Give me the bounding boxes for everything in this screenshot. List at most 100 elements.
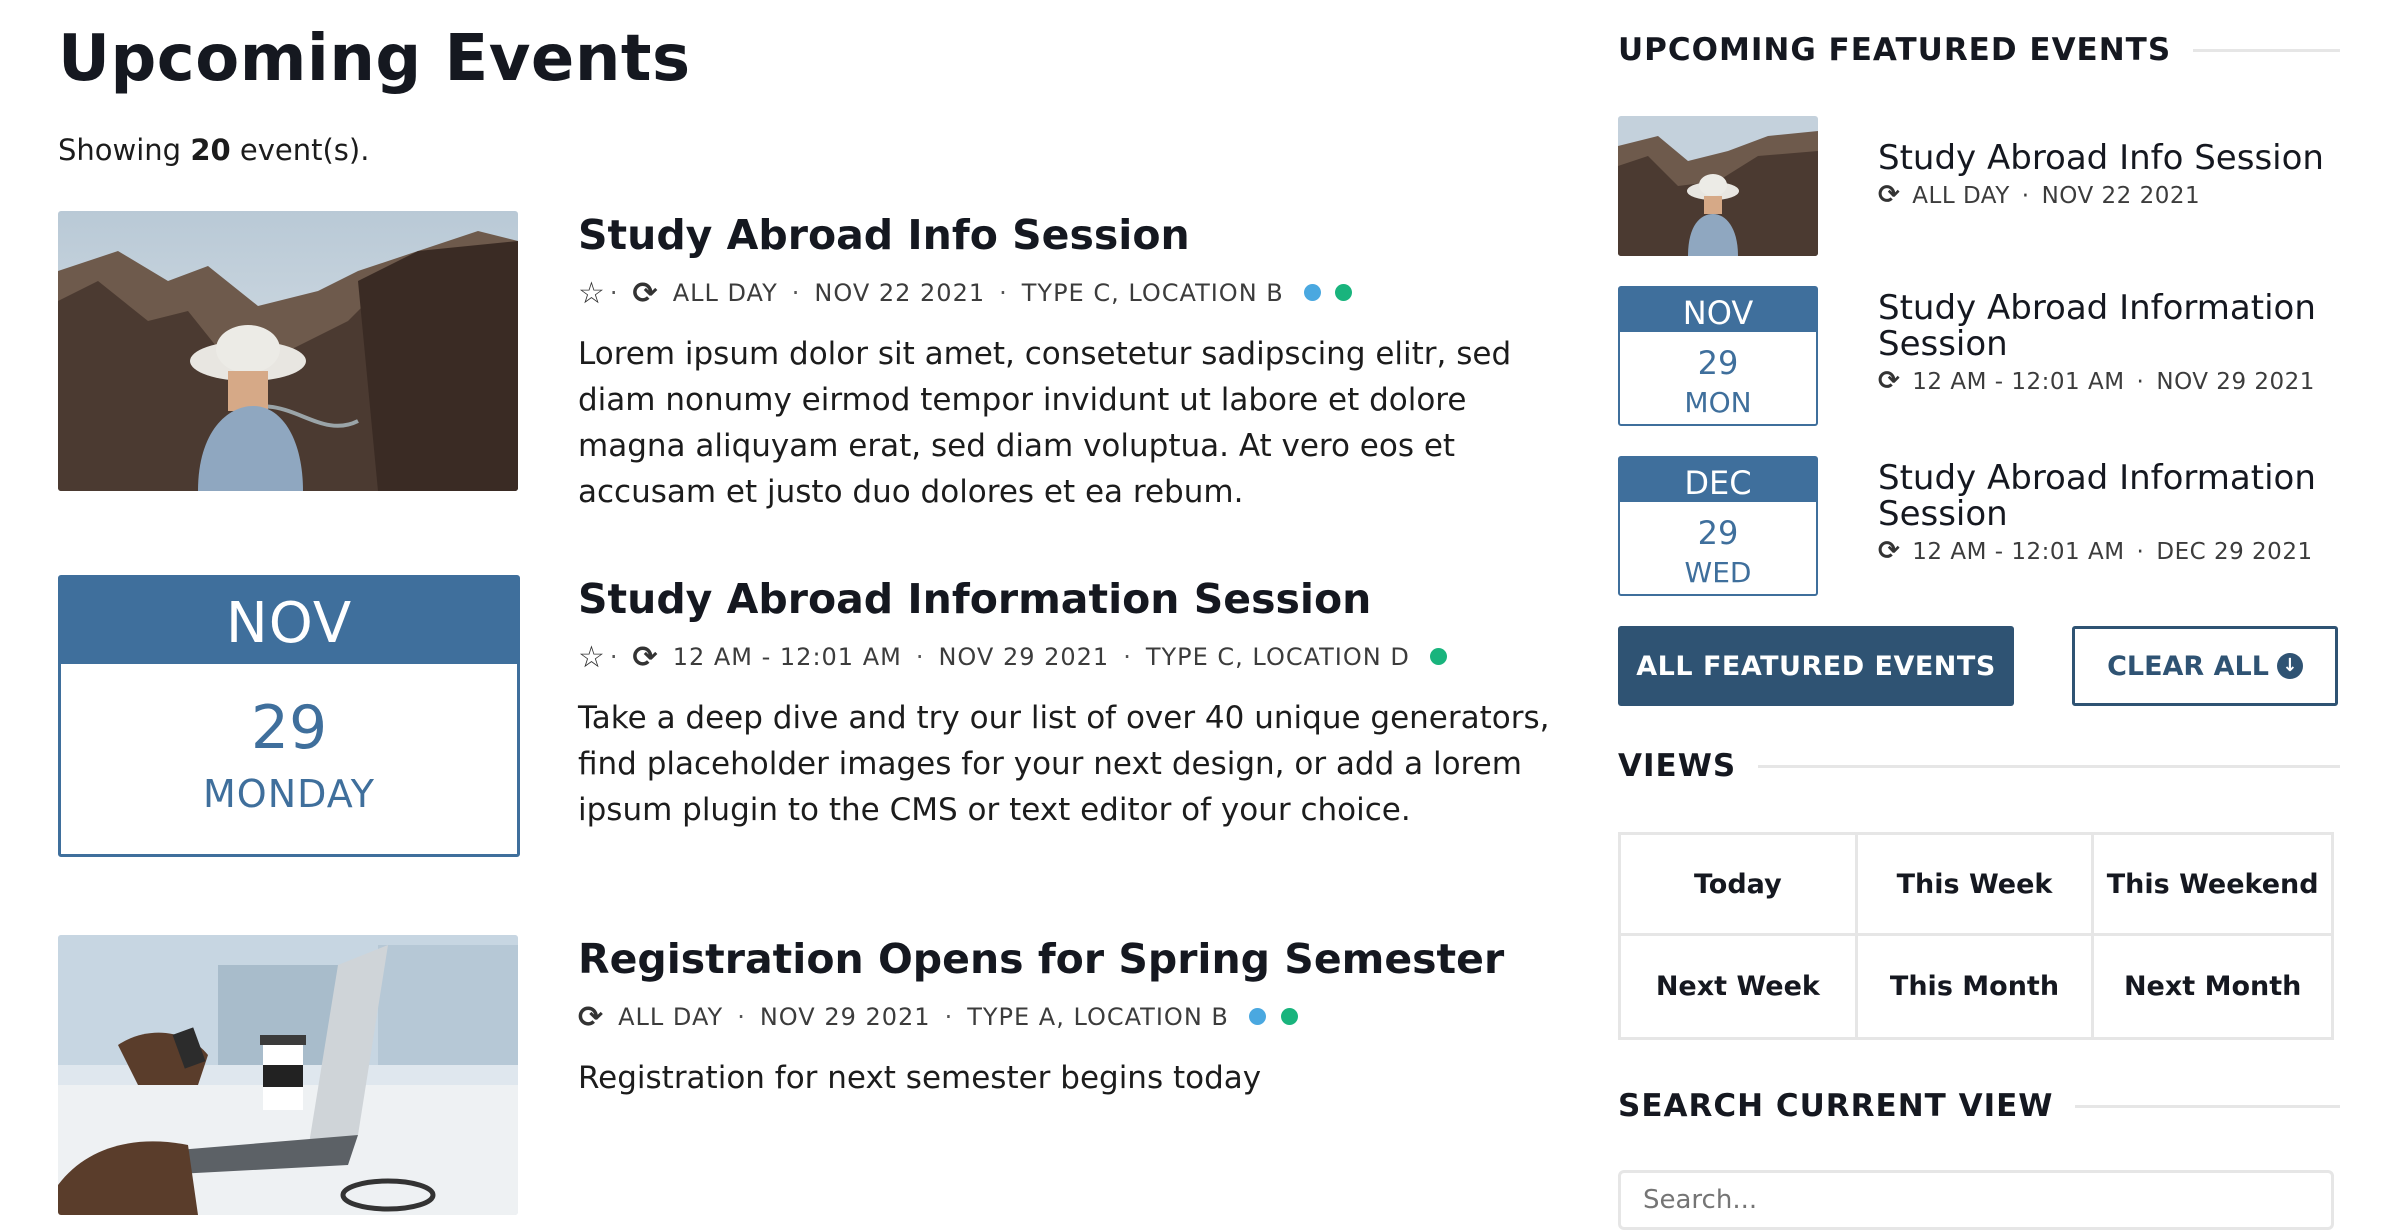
featured-meta: ⟳ 12 AM - 12:01 AM · DEC 29 2021 xyxy=(1878,536,2340,566)
event-date: NOV 22 2021 xyxy=(814,279,986,307)
event-thumbnail[interactable] xyxy=(58,935,518,1215)
event-body: Study Abroad Info Session ☆ · ⟳ ALL DAY … xyxy=(578,211,1578,515)
event-title[interactable]: Registration Opens for Spring Semester xyxy=(578,935,1578,983)
showing-count: 20 xyxy=(190,133,231,167)
meta-separator: · xyxy=(944,1003,954,1031)
page-title: Upcoming Events xyxy=(58,22,691,96)
event-description: Registration for next semester begins to… xyxy=(578,1060,1262,1096)
meta-separator: · xyxy=(791,279,801,307)
featured-heading-text: UPCOMING FEATURED EVENTS xyxy=(1618,32,2172,68)
meta-separator: · xyxy=(2021,183,2030,209)
featured-heading: UPCOMING FEATURED EVENTS xyxy=(1618,32,2340,68)
featured-title[interactable]: Study Abroad Information Session xyxy=(1878,290,2340,362)
search-heading: SEARCH CURRENT VIEW xyxy=(1618,1088,2340,1124)
event-title[interactable]: Study Abroad Info Session xyxy=(578,211,1578,259)
heading-rule xyxy=(2075,1104,2340,1108)
featured-event[interactable]: NOV 29 MON Study Abroad Information Sess… xyxy=(1618,286,2340,426)
event-time: ALL DAY xyxy=(672,279,778,307)
event-time: ALL DAY xyxy=(618,1003,724,1031)
star-outline-icon[interactable]: ☆ xyxy=(578,276,606,311)
category-dots xyxy=(1298,279,1353,307)
repeat-icon: ⟳ xyxy=(578,999,605,1035)
event-body: Study Abroad Information Session ☆ · ⟳ 1… xyxy=(578,575,1578,833)
event-meta: ⟳ ALL DAY · NOV 29 2021 · TYPE A, LOCATI… xyxy=(578,997,1578,1037)
badge-day: 29 xyxy=(1697,514,1739,552)
event-time: 12 AM - 12:01 AM xyxy=(672,643,902,671)
event-type-location: TYPE C, LOCATION B xyxy=(1021,279,1284,307)
category-dot-blue xyxy=(1303,284,1321,301)
event-description: Take a deep dive and try our list of ove… xyxy=(578,700,1550,828)
clear-all-button[interactable]: CLEAR ALL ↓ xyxy=(2072,626,2338,706)
featured-event[interactable]: Study Abroad Info Session ⟳ ALL DAY · NOV 2… xyxy=(1618,116,2340,256)
showing-suffix: event(s). xyxy=(230,133,370,167)
view-today[interactable]: Today xyxy=(1621,835,1858,936)
event-type-location: TYPE C, LOCATION D xyxy=(1145,643,1410,671)
event-date: NOV 29 2021 xyxy=(759,1003,931,1031)
star-outline-icon[interactable]: ☆ xyxy=(578,640,606,675)
category-dots xyxy=(1243,1003,1298,1031)
views-heading: VIEWS xyxy=(1618,748,2340,784)
badge-weekday: WED xyxy=(1684,556,1752,589)
badge-month: DEC xyxy=(1620,458,1816,502)
category-dot-blue xyxy=(1248,1008,1266,1025)
featured-event[interactable]: DEC 29 WED Study Abroad Information Sess… xyxy=(1618,456,2340,596)
featured-date: NOV 22 2021 xyxy=(2041,183,2201,209)
featured-date: NOV 29 2021 xyxy=(2156,369,2315,395)
category-dot-green xyxy=(1335,284,1353,301)
event-title[interactable]: Study Abroad Information Session xyxy=(578,575,1578,623)
meta-separator: · xyxy=(609,279,619,307)
heading-rule xyxy=(1758,764,2340,768)
featured-date-badge[interactable]: DEC 29 WED xyxy=(1618,456,1818,596)
repeat-icon: ⟳ xyxy=(1878,536,1901,566)
meta-separator: · xyxy=(1123,643,1132,671)
event-date-badge[interactable]: NOV 29 MONDAY xyxy=(58,575,520,857)
view-this-week[interactable]: This Week xyxy=(1857,835,2095,936)
clear-all-label: CLEAR ALL xyxy=(2107,650,2269,682)
badge-weekday: MON xyxy=(1684,386,1752,419)
view-next-week[interactable]: Next Week xyxy=(1621,936,1858,1037)
views-heading-text: VIEWS xyxy=(1618,748,1737,784)
event-description: Lorem ipsum dolor sit amet, consetetur s… xyxy=(578,336,1512,510)
featured-title[interactable]: Study Abroad Information Session xyxy=(1878,460,2340,532)
featured-text: Study Abroad Information Session ⟳ 12 AM … xyxy=(1878,290,2340,396)
arrow-down-circle-icon: ↓ xyxy=(2276,653,2303,679)
meta-separator: · xyxy=(915,643,925,671)
featured-meta: ⟳ 12 AM - 12:01 AM · NOV 29 2021 xyxy=(1878,366,2340,396)
showing-prefix: Showing xyxy=(58,133,191,167)
repeat-icon: ⟳ xyxy=(1878,366,1901,396)
repeat-icon: ⟳ xyxy=(1878,180,1901,210)
category-dots xyxy=(1424,643,1447,671)
badge-day: 29 xyxy=(1697,344,1739,382)
featured-time: 12 AM - 12:01 AM xyxy=(1912,539,2125,565)
repeat-icon: ⟳ xyxy=(632,639,659,675)
featured-title[interactable]: Study Abroad Info Session xyxy=(1878,140,2340,176)
all-featured-events-button[interactable]: ALL FEATURED EVENTS xyxy=(1618,626,2014,706)
meta-separator: · xyxy=(2136,369,2145,395)
view-next-month[interactable]: Next Month xyxy=(2094,936,2331,1037)
event-thumbnail[interactable] xyxy=(58,211,518,491)
meta-separator: · xyxy=(609,643,619,671)
search-heading-text: SEARCH CURRENT VIEW xyxy=(1618,1088,2054,1124)
category-dot-green xyxy=(1429,648,1447,665)
view-this-month[interactable]: This Month xyxy=(1858,936,2095,1037)
event-type-location: TYPE A, LOCATION B xyxy=(967,1003,1229,1031)
category-dot-green xyxy=(1280,1008,1298,1025)
featured-meta: ⟳ ALL DAY · NOV 22 2021 xyxy=(1878,180,2340,210)
badge-month: NOV xyxy=(61,578,517,664)
results-count: Showing 20 event(s). xyxy=(58,133,369,167)
featured-date-badge[interactable]: NOV 29 MON xyxy=(1618,286,1818,426)
event-meta: ☆ · ⟳ 12 AM - 12:01 AM · NOV 29 2021 · T… xyxy=(578,637,1578,677)
meta-separator: · xyxy=(737,1003,746,1031)
featured-time: 12 AM - 12:01 AM xyxy=(1912,369,2125,395)
search-input[interactable] xyxy=(1618,1170,2334,1230)
event-meta: ☆ · ⟳ ALL DAY · NOV 22 2021 · TYPE C, LO… xyxy=(578,273,1578,313)
meta-separator: · xyxy=(999,279,1008,307)
badge-month: NOV xyxy=(1620,288,1816,332)
featured-date: DEC 29 2021 xyxy=(2156,539,2313,565)
featured-text: Study Abroad Info Session ⟳ ALL DAY · NOV 2… xyxy=(1878,140,2340,210)
featured-thumbnail[interactable] xyxy=(1618,116,1818,256)
repeat-icon: ⟳ xyxy=(632,275,659,311)
featured-time: ALL DAY xyxy=(1912,183,2010,209)
view-this-weekend[interactable]: This Weekend xyxy=(2094,835,2331,936)
heading-rule xyxy=(2193,48,2340,52)
